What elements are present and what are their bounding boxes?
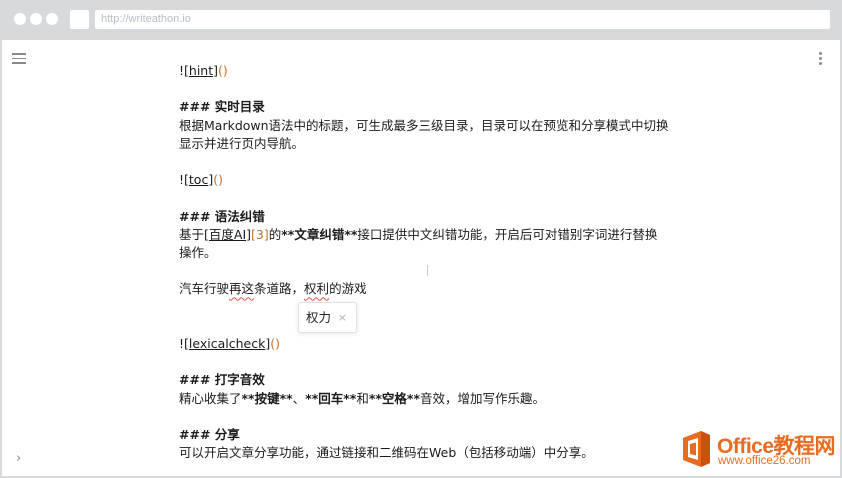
paragraph: 操作。 <box>179 244 217 260</box>
link-text[interactable]: 百度AI <box>209 227 246 242</box>
office-logo-icon <box>683 431 710 467</box>
heading-share: ### 分享 <box>179 426 240 442</box>
browser-chrome: http://writeathon.io <box>0 0 842 40</box>
link-text[interactable]: lexicalcheck <box>189 336 265 351</box>
text-cursor-icon <box>427 265 433 276</box>
heading-grammar: ### 语法纠错 <box>179 208 265 224</box>
image-link-lexicalcheck: ![lexicalcheck]() <box>179 335 280 351</box>
watermark: Office教程网 www.office26.com <box>679 429 839 473</box>
link-text[interactable]: toc <box>189 172 208 187</box>
suggestion-word[interactable]: 权力 <box>306 310 331 325</box>
spelling-error[interactable]: 再这 <box>229 281 254 296</box>
heading-toc: ### 实时目录 <box>179 99 265 115</box>
image-link-hint: ![hint]() <box>179 63 228 78</box>
paragraph: 显示并进行页内导航。 <box>179 135 305 151</box>
window-minimize-dot[interactable] <box>30 13 42 25</box>
paragraph: 可以开启文章分享功能，通过链接和二维码在Web（包括移动端）中分享。 <box>179 445 594 461</box>
close-icon[interactable]: × <box>338 303 347 332</box>
paragraph: 根据Markdown语法中的标题，可生成最多三级目录，目录可以在预览和分享模式中… <box>179 117 669 133</box>
menu-icon[interactable] <box>12 53 26 64</box>
tab-icon[interactable] <box>70 10 89 29</box>
correction-suggestion-popup[interactable]: 权力 × <box>298 302 357 333</box>
more-options-icon[interactable] <box>819 52 823 66</box>
markdown-editor[interactable]: ![hint]() ### 实时目录 根据Markdown语法中的标题，可生成最… <box>179 62 669 462</box>
window-maximize-dot[interactable] <box>46 13 58 25</box>
editor-page: › ![hint]() ### 实时目录 根据Markdown语法中的标题，可生… <box>2 40 840 476</box>
watermark-url: www.office26.com <box>718 455 811 467</box>
sample-sentence: 汽车行驶再这条道路，权利的游戏 <box>179 281 367 297</box>
heading-typing-sound: ### 打字音效 <box>179 372 265 388</box>
image-link-toc: ![toc]() <box>179 172 223 188</box>
link-text[interactable]: hint <box>189 63 213 78</box>
chevron-right-icon[interactable]: › <box>16 451 21 466</box>
spelling-error[interactable]: 权利 <box>304 281 329 296</box>
window-close-dot[interactable] <box>14 13 26 25</box>
paragraph: 基于[百度AI][3]的**文章纠错**接口提供中文纠错功能，开启后可对错别字词… <box>179 226 658 242</box>
paragraph: 精心收集了**按键**、**回车**和**空格**音效，增加写作乐趣。 <box>179 390 546 406</box>
address-bar[interactable]: http://writeathon.io <box>95 10 830 29</box>
